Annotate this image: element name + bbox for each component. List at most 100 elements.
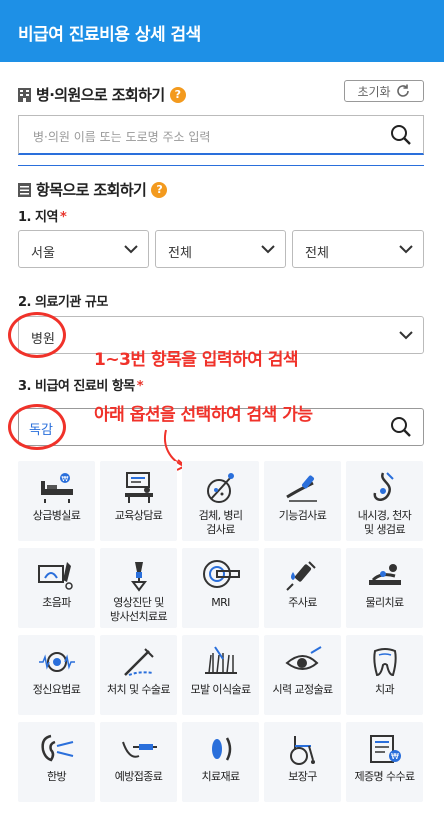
- function-test-icon: [285, 475, 317, 502]
- category-psychotherapy[interactable]: 정신요법료: [18, 635, 95, 715]
- page-title: 비급여 진료비용 상세 검색: [18, 25, 201, 45]
- category-assistive-devices[interactable]: 보장구: [264, 722, 341, 802]
- category-function-test[interactable]: 기능검사료: [264, 461, 341, 541]
- item-label-text: 3. 비급여 진료비 항목: [18, 379, 135, 394]
- category-vaccination[interactable]: 예방접종료: [100, 722, 177, 802]
- required-mark: *: [136, 379, 144, 394]
- category-label: 한방: [46, 770, 67, 783]
- category-label: 영상진단 및 방사선치료료: [109, 596, 168, 623]
- ultrasound-icon: [37, 562, 73, 590]
- region-district-value: 전체: [168, 246, 192, 261]
- annotation-text-1: 1~3번 항목을 입력하여 검색: [94, 350, 299, 370]
- required-mark: *: [59, 210, 67, 225]
- radiology-icon: [130, 562, 147, 592]
- category-label: 치과: [374, 683, 395, 696]
- category-injection[interactable]: 주사료: [264, 548, 341, 628]
- specimen-test-icon: [206, 473, 234, 503]
- region-select-town[interactable]: 전체: [292, 230, 424, 268]
- category-label: 시력 교정술료: [272, 683, 333, 696]
- category-ultrasound[interactable]: 초음파: [18, 548, 95, 628]
- hospital-search-input[interactable]: 병·의원 이름 또는 도로명 주소 입력: [18, 115, 424, 155]
- category-certificate-fees[interactable]: ₩ 제증명 수수료: [346, 722, 423, 802]
- surgery-icon: [123, 648, 154, 676]
- search-placeholder: 병·의원 이름 또는 도로명 주소 입력: [33, 130, 211, 144]
- hair-transplant-icon: [204, 646, 237, 674]
- chevron-down-icon: [124, 245, 138, 254]
- category-label: 예방접종료: [114, 770, 163, 783]
- chevron-down-icon: [399, 245, 413, 254]
- consultation-icon: [124, 472, 153, 503]
- category-mri[interactable]: MRI: [182, 548, 259, 628]
- region-label-text: 1. 지역: [18, 210, 58, 225]
- endoscope-icon: [373, 472, 394, 501]
- reset-label: 초기화: [357, 84, 391, 99]
- annotation-circle-item: [8, 404, 66, 450]
- item-search-label: 항목으로 조회하기: [36, 181, 147, 199]
- app-header: 비급여 진료비용 상세 검색: [0, 0, 444, 62]
- item-search-title: 항목으로 조회하기 ?: [18, 179, 168, 200]
- category-label: 제증명 수수료: [354, 770, 415, 783]
- capsule-icon: [211, 737, 231, 761]
- svg-text:₩: ₩: [61, 475, 68, 483]
- category-oriental-medicine[interactable]: 한방: [18, 722, 95, 802]
- search-icon[interactable]: [389, 123, 413, 147]
- category-hospital-room[interactable]: ₩ 상급병실료: [18, 461, 95, 541]
- hospital-search-title: 병·의원으로 조회하기 ?: [18, 84, 186, 105]
- acupuncture-icon: [40, 734, 73, 762]
- vaccine-icon: [121, 741, 157, 758]
- section-divider: [18, 165, 424, 166]
- chevron-down-icon: [399, 331, 413, 340]
- category-specimen[interactable]: 검체, 병리 검사료: [182, 461, 259, 541]
- region-label: 1. 지역 *: [18, 206, 67, 225]
- category-label: 치료재료: [201, 770, 240, 783]
- list-icon: [18, 182, 31, 197]
- tooth-icon: [372, 648, 397, 677]
- category-radiology[interactable]: 영상진단 및 방사선치료료: [100, 548, 177, 628]
- category-label: 교육상담료: [114, 509, 163, 522]
- category-label: MRI: [211, 596, 230, 609]
- eye-icon: [284, 646, 322, 670]
- category-surgery[interactable]: 처치 및 수술료: [100, 635, 177, 715]
- category-hair-transplant[interactable]: 모발 이식술료: [182, 635, 259, 715]
- physical-therapy-icon: [368, 564, 401, 585]
- building-icon: [18, 87, 31, 102]
- scale-label: 2. 의료기관 규모: [18, 295, 108, 310]
- hospital-search-label: 병·의원으로 조회하기: [36, 86, 165, 104]
- annotation-text-2: 아래 옵션을 선택하여 검색 가능: [94, 405, 313, 425]
- refresh-icon: [396, 84, 409, 97]
- category-education[interactable]: 교육상담료: [100, 461, 177, 541]
- category-label: 검체, 병리 검사료: [198, 509, 243, 536]
- region-town-value: 전체: [305, 246, 329, 261]
- chevron-down-icon: [261, 245, 275, 254]
- help-icon[interactable]: ?: [151, 181, 168, 198]
- certificate-icon: ₩: [369, 735, 401, 763]
- category-vision-correction[interactable]: 시력 교정술료: [264, 635, 341, 715]
- category-label: 초음파: [42, 596, 71, 609]
- category-label: 기능검사료: [278, 509, 327, 522]
- reset-button[interactable]: 초기화: [344, 80, 424, 102]
- category-label: 보장구: [288, 770, 317, 783]
- category-label: 상급병실료: [32, 509, 81, 522]
- injection-icon: [285, 561, 316, 591]
- category-label: 모발 이식술료: [190, 683, 251, 696]
- category-label: 처치 및 수술료: [107, 683, 171, 696]
- search-icon[interactable]: [389, 415, 413, 439]
- svg-text:₩: ₩: [391, 752, 399, 761]
- help-icon[interactable]: ?: [169, 86, 186, 103]
- region-select-district[interactable]: 전체: [155, 230, 286, 268]
- hospital-bed-icon: ₩: [40, 473, 73, 503]
- category-endoscopy[interactable]: 내시경, 천자 및 생검료: [346, 461, 423, 541]
- category-label: 정신요법료: [32, 683, 81, 696]
- category-label: 내시경, 천자 및 생검료: [357, 509, 412, 536]
- category-label: 주사료: [288, 596, 317, 609]
- region-select-city[interactable]: 서울: [18, 230, 149, 268]
- wheelchair-icon: [289, 736, 315, 765]
- brain-icon: [38, 652, 75, 672]
- category-treatment-materials[interactable]: 치료재료: [182, 722, 259, 802]
- category-dental[interactable]: 치과: [346, 635, 423, 715]
- category-label: 물리치료: [365, 596, 404, 609]
- mri-icon: [202, 560, 240, 588]
- category-physical-therapy[interactable]: 물리치료: [346, 548, 423, 628]
- annotation-circle-scale: [8, 312, 66, 358]
- item-label: 3. 비급여 진료비 항목 *: [18, 375, 144, 394]
